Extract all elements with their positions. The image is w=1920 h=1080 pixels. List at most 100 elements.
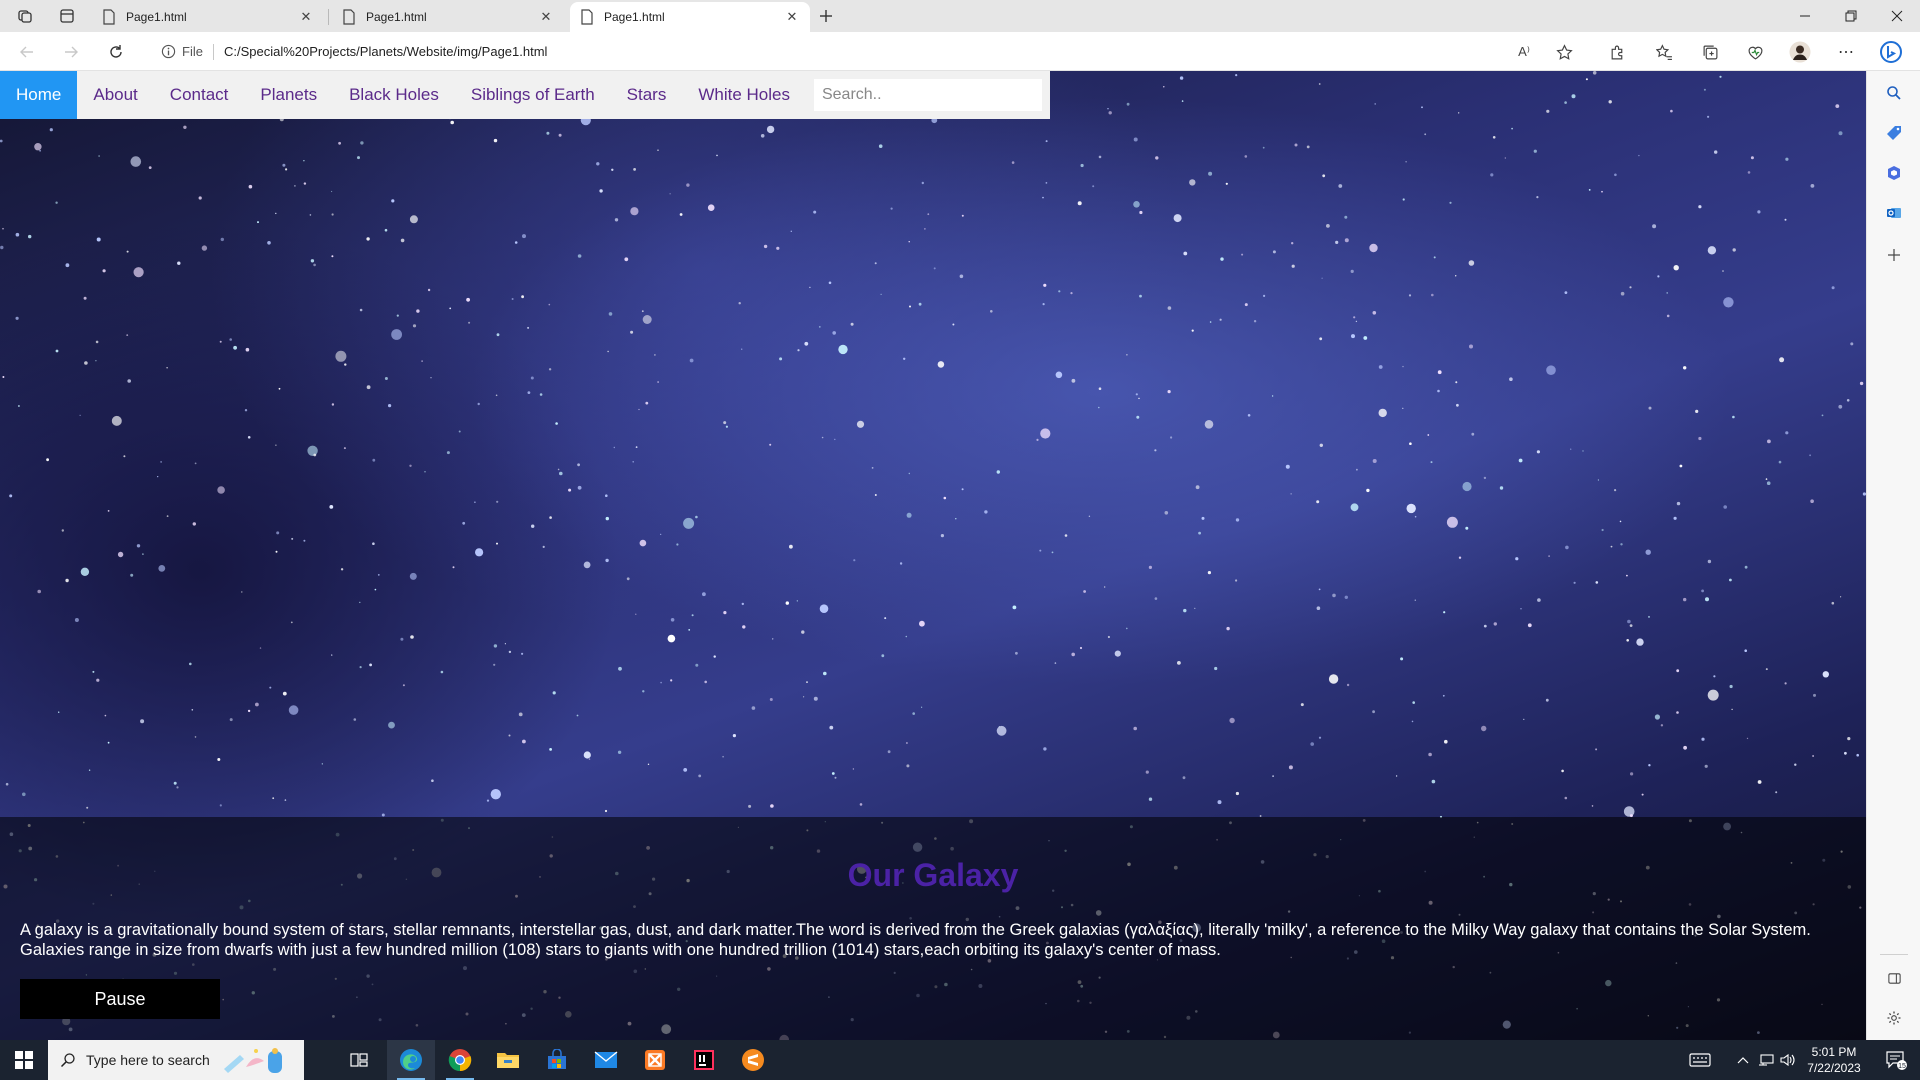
nav-white-holes[interactable]: White Holes [682,71,806,119]
page-icon [581,9,593,25]
edge-browser-icon[interactable] [387,1040,435,1080]
minimize-icon[interactable] [1782,0,1828,32]
nav-stars[interactable]: Stars [611,71,683,119]
mail-icon[interactable] [582,1040,630,1080]
star-dot [61,529,64,532]
star-dot [937,361,945,368]
restore-icon[interactable] [1828,0,1874,32]
star-dot [1794,763,1797,766]
hide-sidebar-icon[interactable] [1880,964,1908,992]
read-aloud-icon[interactable]: A⁾ [1509,38,1539,66]
sidebar-settings-icon[interactable] [1880,1004,1908,1032]
star-dot [1509,377,1513,382]
star-dot [1670,109,1673,113]
star-dot [1564,796,1568,800]
star-dot [1351,334,1355,339]
extensions-icon[interactable] [1602,38,1632,66]
star-dot [462,521,466,525]
more-options-icon[interactable]: ⋯ [1831,38,1861,66]
address-bar[interactable]: File C:/Special%20Projects/Planets/Websi… [148,37,1580,66]
star-dot [396,314,399,317]
star-dot [647,763,650,765]
star-dot [1126,354,1128,356]
show-hidden-icons-chevron-icon[interactable] [1734,1040,1752,1080]
star-dot [1714,150,1718,154]
pause-button[interactable]: Pause [20,979,220,1019]
add-sidebar-app-icon[interactable] [1880,241,1908,269]
forward-icon[interactable] [56,38,86,66]
bing-copilot-icon[interactable] [1876,38,1906,66]
nav-contact[interactable]: Contact [154,71,245,119]
browser-tab[interactable]: Page1.html ✕ [92,2,324,32]
star-dot [1431,293,1434,297]
nav-planets[interactable]: Planets [244,71,333,119]
collections-icon[interactable] [1695,38,1725,66]
search-icon[interactable] [1880,79,1908,107]
tab-actions-icon[interactable] [53,4,81,28]
star-dot [707,204,715,211]
star-dot [1148,797,1153,801]
star-dot [1623,806,1635,817]
tab-close-icon[interactable]: ✕ [298,9,314,25]
star-dot [614,218,619,222]
start-windows-icon[interactable] [0,1040,48,1080]
tab-title: Page1.html [126,10,187,24]
windows-taskbar: Type here to search 5:01 PM 7/22/2023 15 [0,1040,1920,1080]
star-dot [158,565,166,572]
tab-close-icon[interactable]: ✕ [784,9,800,25]
refresh-icon[interactable] [101,38,131,66]
workspaces-icon[interactable] [11,4,39,28]
favorites-icon[interactable] [1649,38,1679,66]
star-dot [2,376,5,378]
new-tab-icon[interactable] [812,4,840,28]
star-dot [667,634,676,643]
taskbar-search-box[interactable]: Type here to search [48,1040,304,1080]
star-dot [1229,717,1235,724]
file-explorer-icon[interactable] [484,1040,532,1080]
star-dot [374,588,377,591]
star-dot [1595,581,1599,584]
office-icon[interactable] [1880,159,1908,187]
xampp-icon[interactable] [631,1040,679,1080]
browser-essentials-icon[interactable] [1740,38,1770,66]
star-dot [377,574,380,576]
nav-about[interactable]: About [77,71,153,119]
sidebar-divider [1880,954,1908,955]
outlook-icon[interactable] [1880,199,1908,227]
back-icon[interactable] [12,38,42,66]
star-dot [1862,492,1866,496]
microsoft-store-icon[interactable] [533,1040,581,1080]
star-dot [702,592,706,597]
favorite-star-icon[interactable] [1549,38,1579,66]
chrome-icon[interactable] [436,1040,484,1080]
star-dot [1469,344,1473,349]
browser-tab-active[interactable]: Page1.html ✕ [570,2,810,32]
star-dot [1610,545,1613,548]
profile-avatar[interactable] [1785,38,1815,66]
network-icon[interactable] [1756,1040,1776,1080]
nav-black-holes[interactable]: Black Holes [333,71,455,119]
nav-home[interactable]: Home [0,71,78,119]
star-dot [241,591,243,593]
star-dot [55,201,58,204]
intellij-icon[interactable] [680,1040,728,1080]
task-view-icon[interactable] [335,1040,383,1080]
close-window-icon[interactable] [1874,0,1920,32]
url-text[interactable]: C:/Special%20Projects/Planets/Website/im… [224,44,547,59]
search-input[interactable] [813,79,1042,111]
notification-center-icon[interactable]: 15 [1878,1040,1914,1080]
taskbar-clock[interactable]: 5:01 PM 7/22/2023 [1794,1044,1874,1076]
shopping-tag-icon[interactable] [1880,119,1908,147]
star-dot [531,524,535,528]
star-dot [853,559,856,562]
keyboard-icon[interactable] [1686,1040,1714,1080]
tab-close-icon[interactable]: ✕ [538,9,554,25]
nav-siblings-of-earth[interactable]: Siblings of Earth [455,71,611,119]
star-dot [309,214,312,216]
sublime-text-icon[interactable] [729,1040,777,1080]
info-icon[interactable] [160,44,176,60]
star-dot [416,309,420,313]
star-dot [738,302,741,305]
star-dot [1036,438,1039,441]
browser-tab[interactable]: Page1.html ✕ [332,2,564,32]
